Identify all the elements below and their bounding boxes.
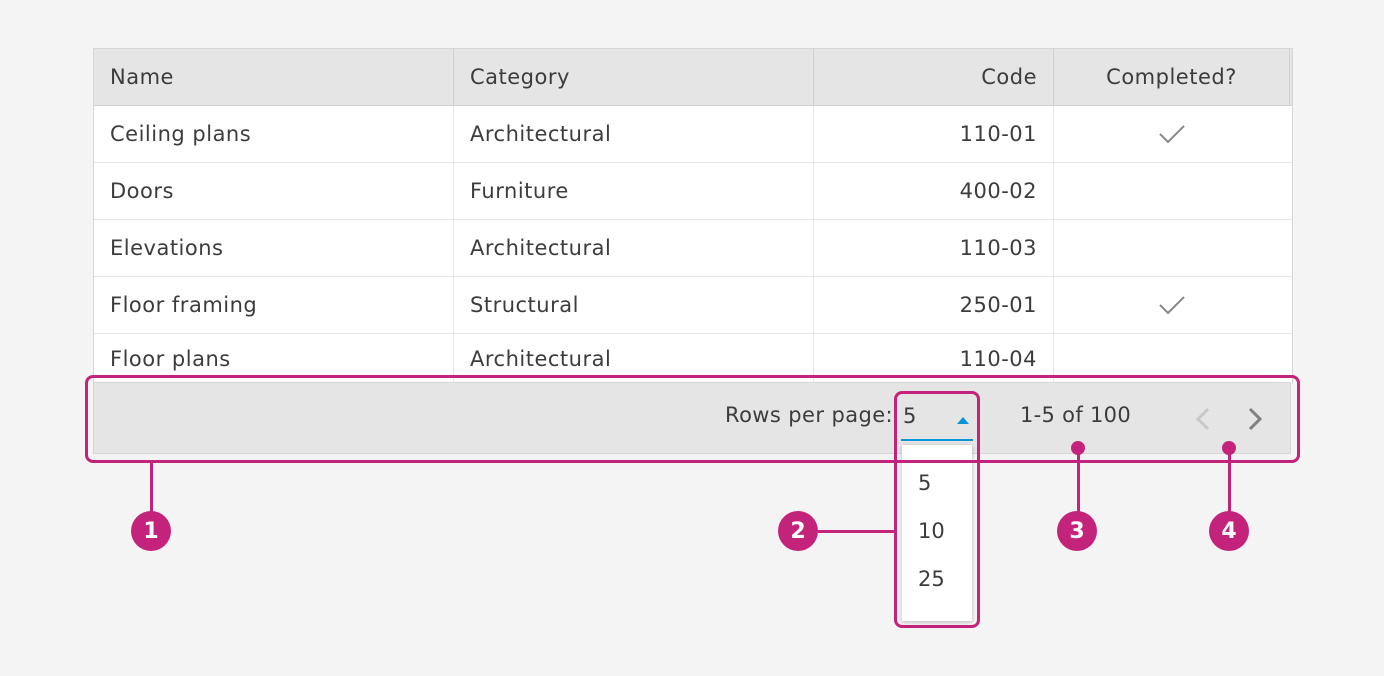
annotation-box-pagination <box>85 375 1300 463</box>
cell-completed <box>1054 277 1290 333</box>
table-row[interactable]: Floor framing Structural 250-01 <box>94 277 1292 334</box>
checkmark-icon <box>1159 125 1185 144</box>
table-row[interactable]: Ceiling plans Architectural 110-01 <box>94 106 1292 163</box>
column-header-name[interactable]: Name <box>94 49 454 105</box>
column-header-code[interactable]: Code <box>814 49 1054 105</box>
cell-completed <box>1054 163 1290 219</box>
cell-category: Structural <box>454 277 814 333</box>
cell-code: 110-03 <box>814 220 1054 276</box>
annotation-leader-3 <box>1077 452 1080 512</box>
table-header-row: Name Category Code Completed? <box>94 49 1292 106</box>
cell-code: 250-01 <box>814 277 1054 333</box>
annotation-box-dropdown <box>894 391 980 628</box>
cell-code: 400-02 <box>814 163 1054 219</box>
table-row[interactable]: Elevations Architectural 110-03 <box>94 220 1292 277</box>
cell-completed <box>1054 106 1290 162</box>
checkmark-icon <box>1159 296 1185 315</box>
annotation-leader-4 <box>1228 452 1231 512</box>
data-table: Name Category Code Completed? Ceiling pl… <box>93 48 1293 384</box>
annotation-marker-2: 2 <box>778 511 818 551</box>
cell-code: 110-01 <box>814 106 1054 162</box>
annotation-marker-3: 3 <box>1057 511 1097 551</box>
annotation-leader-1 <box>150 463 153 513</box>
cell-completed <box>1054 220 1290 276</box>
annotation-marker-4: 4 <box>1209 511 1249 551</box>
column-header-completed[interactable]: Completed? <box>1054 49 1290 105</box>
column-header-category[interactable]: Category <box>454 49 814 105</box>
cell-name: Elevations <box>94 220 454 276</box>
cell-name: Floor framing <box>94 277 454 333</box>
cell-name: Doors <box>94 163 454 219</box>
cell-category: Furniture <box>454 163 814 219</box>
annotation-leader-2 <box>818 530 895 533</box>
annotation-marker-1: 1 <box>131 511 171 551</box>
cell-category: Architectural <box>454 220 814 276</box>
table-row[interactable]: Doors Furniture 400-02 <box>94 163 1292 220</box>
cell-name: Ceiling plans <box>94 106 454 162</box>
cell-category: Architectural <box>454 106 814 162</box>
